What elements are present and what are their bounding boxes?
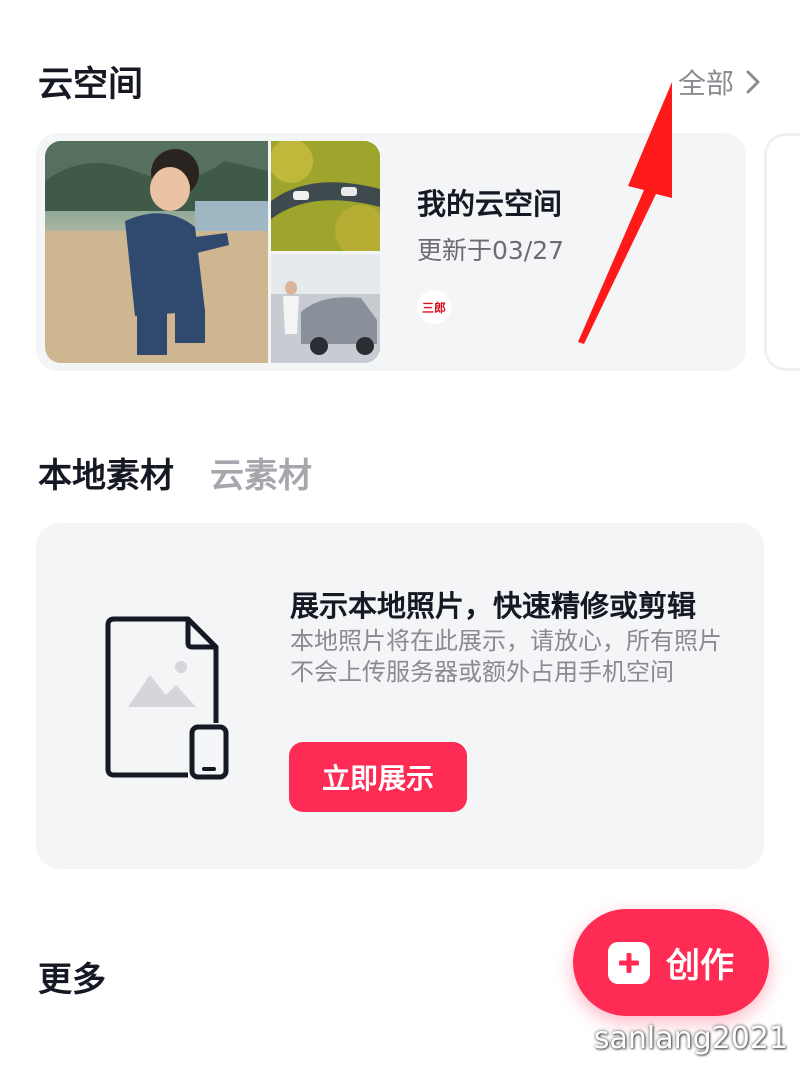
tab-local-materials[interactable]: 本地素材 <box>38 448 174 497</box>
see-all-link[interactable]: 全部 <box>678 62 760 102</box>
cloud-thumbnail-child-beach <box>45 141 268 363</box>
create-button-label: 创作 <box>666 946 734 986</box>
cloud-thumbnail-car-show <box>271 254 380 363</box>
chevron-right-icon <box>746 70 760 94</box>
next-cloud-card-peek[interactable] <box>764 133 800 371</box>
tab-cloud-materials[interactable]: 云素材 <box>210 448 312 497</box>
watermark: sanlang2021 <box>593 1021 788 1056</box>
more-section-title: 更多 <box>38 960 106 1000</box>
cloud-space-name: 我的云空间 <box>417 187 563 221</box>
screen: 云空间 全部 我的云空间 更新于03/27 三郎 本地素材 云素材 展示本地照片… <box>0 0 800 1066</box>
plus-square-icon <box>608 941 650 984</box>
cloud-space-title: 云空间 <box>38 65 144 105</box>
local-empty-title: 展示本地照片，快速精修或剪辑 <box>290 589 697 623</box>
avatar-logo-text: 三郎 <box>422 300 446 315</box>
material-tabs: 本地素材 云素材 <box>38 448 312 497</box>
photo-document-icon <box>105 616 229 780</box>
cloud-space-updated-date: 更新于03/27 <box>417 236 565 265</box>
show-now-button[interactable]: 立即展示 <box>289 742 467 812</box>
local-photos-empty-card: 展示本地照片，快速精修或剪辑 本地照片将在此展示，请放心，所有照片不会上传服务器… <box>36 523 764 869</box>
annotation-arrow-icon <box>578 82 672 344</box>
create-button[interactable]: 创作 <box>573 909 769 1016</box>
local-empty-description: 本地照片将在此展示，请放心，所有照片不会上传服务器或额外占用手机空间 <box>290 627 722 686</box>
cloud-thumbnail-road-aerial <box>271 141 380 251</box>
owner-avatar: 三郎 <box>417 290 451 324</box>
